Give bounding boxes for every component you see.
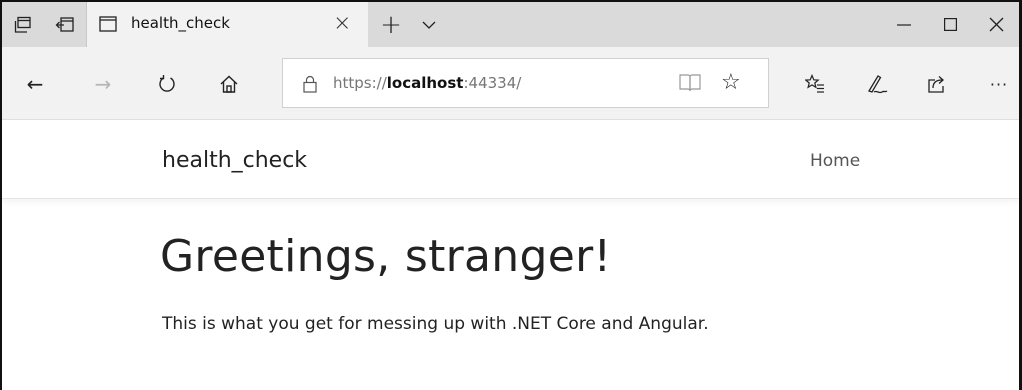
tab-bar-drag-area[interactable] (444, 2, 881, 47)
back-arrow-icon[interactable]: ← (20, 69, 50, 99)
site-navbar: health_check Home (2, 120, 1019, 199)
home-icon[interactable] (214, 69, 244, 99)
maximize-icon[interactable] (927, 2, 973, 47)
star-icon[interactable]: ☆ (721, 70, 741, 95)
close-icon[interactable]: × (333, 11, 351, 36)
share-icon[interactable] (922, 69, 952, 99)
plus-icon[interactable]: + (368, 2, 414, 47)
pen-icon[interactable] (862, 69, 892, 99)
forward-arrow-icon[interactable]: → (88, 69, 118, 99)
url-text: https://localhost:44334/ (333, 74, 521, 92)
more-icon[interactable]: ··· (984, 69, 1014, 99)
set-aside-tabs-icon[interactable] (2, 2, 44, 47)
navbar-brand[interactable]: health_check (162, 148, 307, 173)
lock-icon (303, 75, 317, 93)
chevron-down-icon[interactable] (414, 2, 444, 47)
tab-active[interactable]: health_check × (86, 2, 368, 47)
minimize-icon[interactable] (881, 2, 927, 47)
page-heading: Greetings, stranger! (160, 231, 612, 282)
close-window-icon[interactable] (973, 2, 1019, 47)
tabs-aside-icon[interactable] (44, 2, 86, 47)
tab-bar: health_check × + (2, 2, 1019, 47)
refresh-icon[interactable] (152, 69, 182, 99)
favorites-icon[interactable] (800, 69, 830, 99)
tab-title: health_check (131, 14, 230, 32)
reading-view-icon[interactable] (679, 73, 701, 93)
page-icon (99, 16, 117, 32)
url-port-path: :44334/ (463, 74, 522, 92)
url-scheme: https:// (333, 74, 387, 92)
browser-window: health_check × + ← → https://localhost:4… (0, 0, 1022, 390)
page-lead-text: This is what you get for messing up with… (162, 314, 709, 334)
nav-link-home[interactable]: Home (810, 151, 860, 171)
address-bar[interactable]: https://localhost:44334/ ☆ (282, 58, 769, 108)
url-host: localhost (386, 74, 464, 92)
navigation-toolbar: ← → https://localhost:44334/ ☆ ··· (2, 47, 1019, 120)
